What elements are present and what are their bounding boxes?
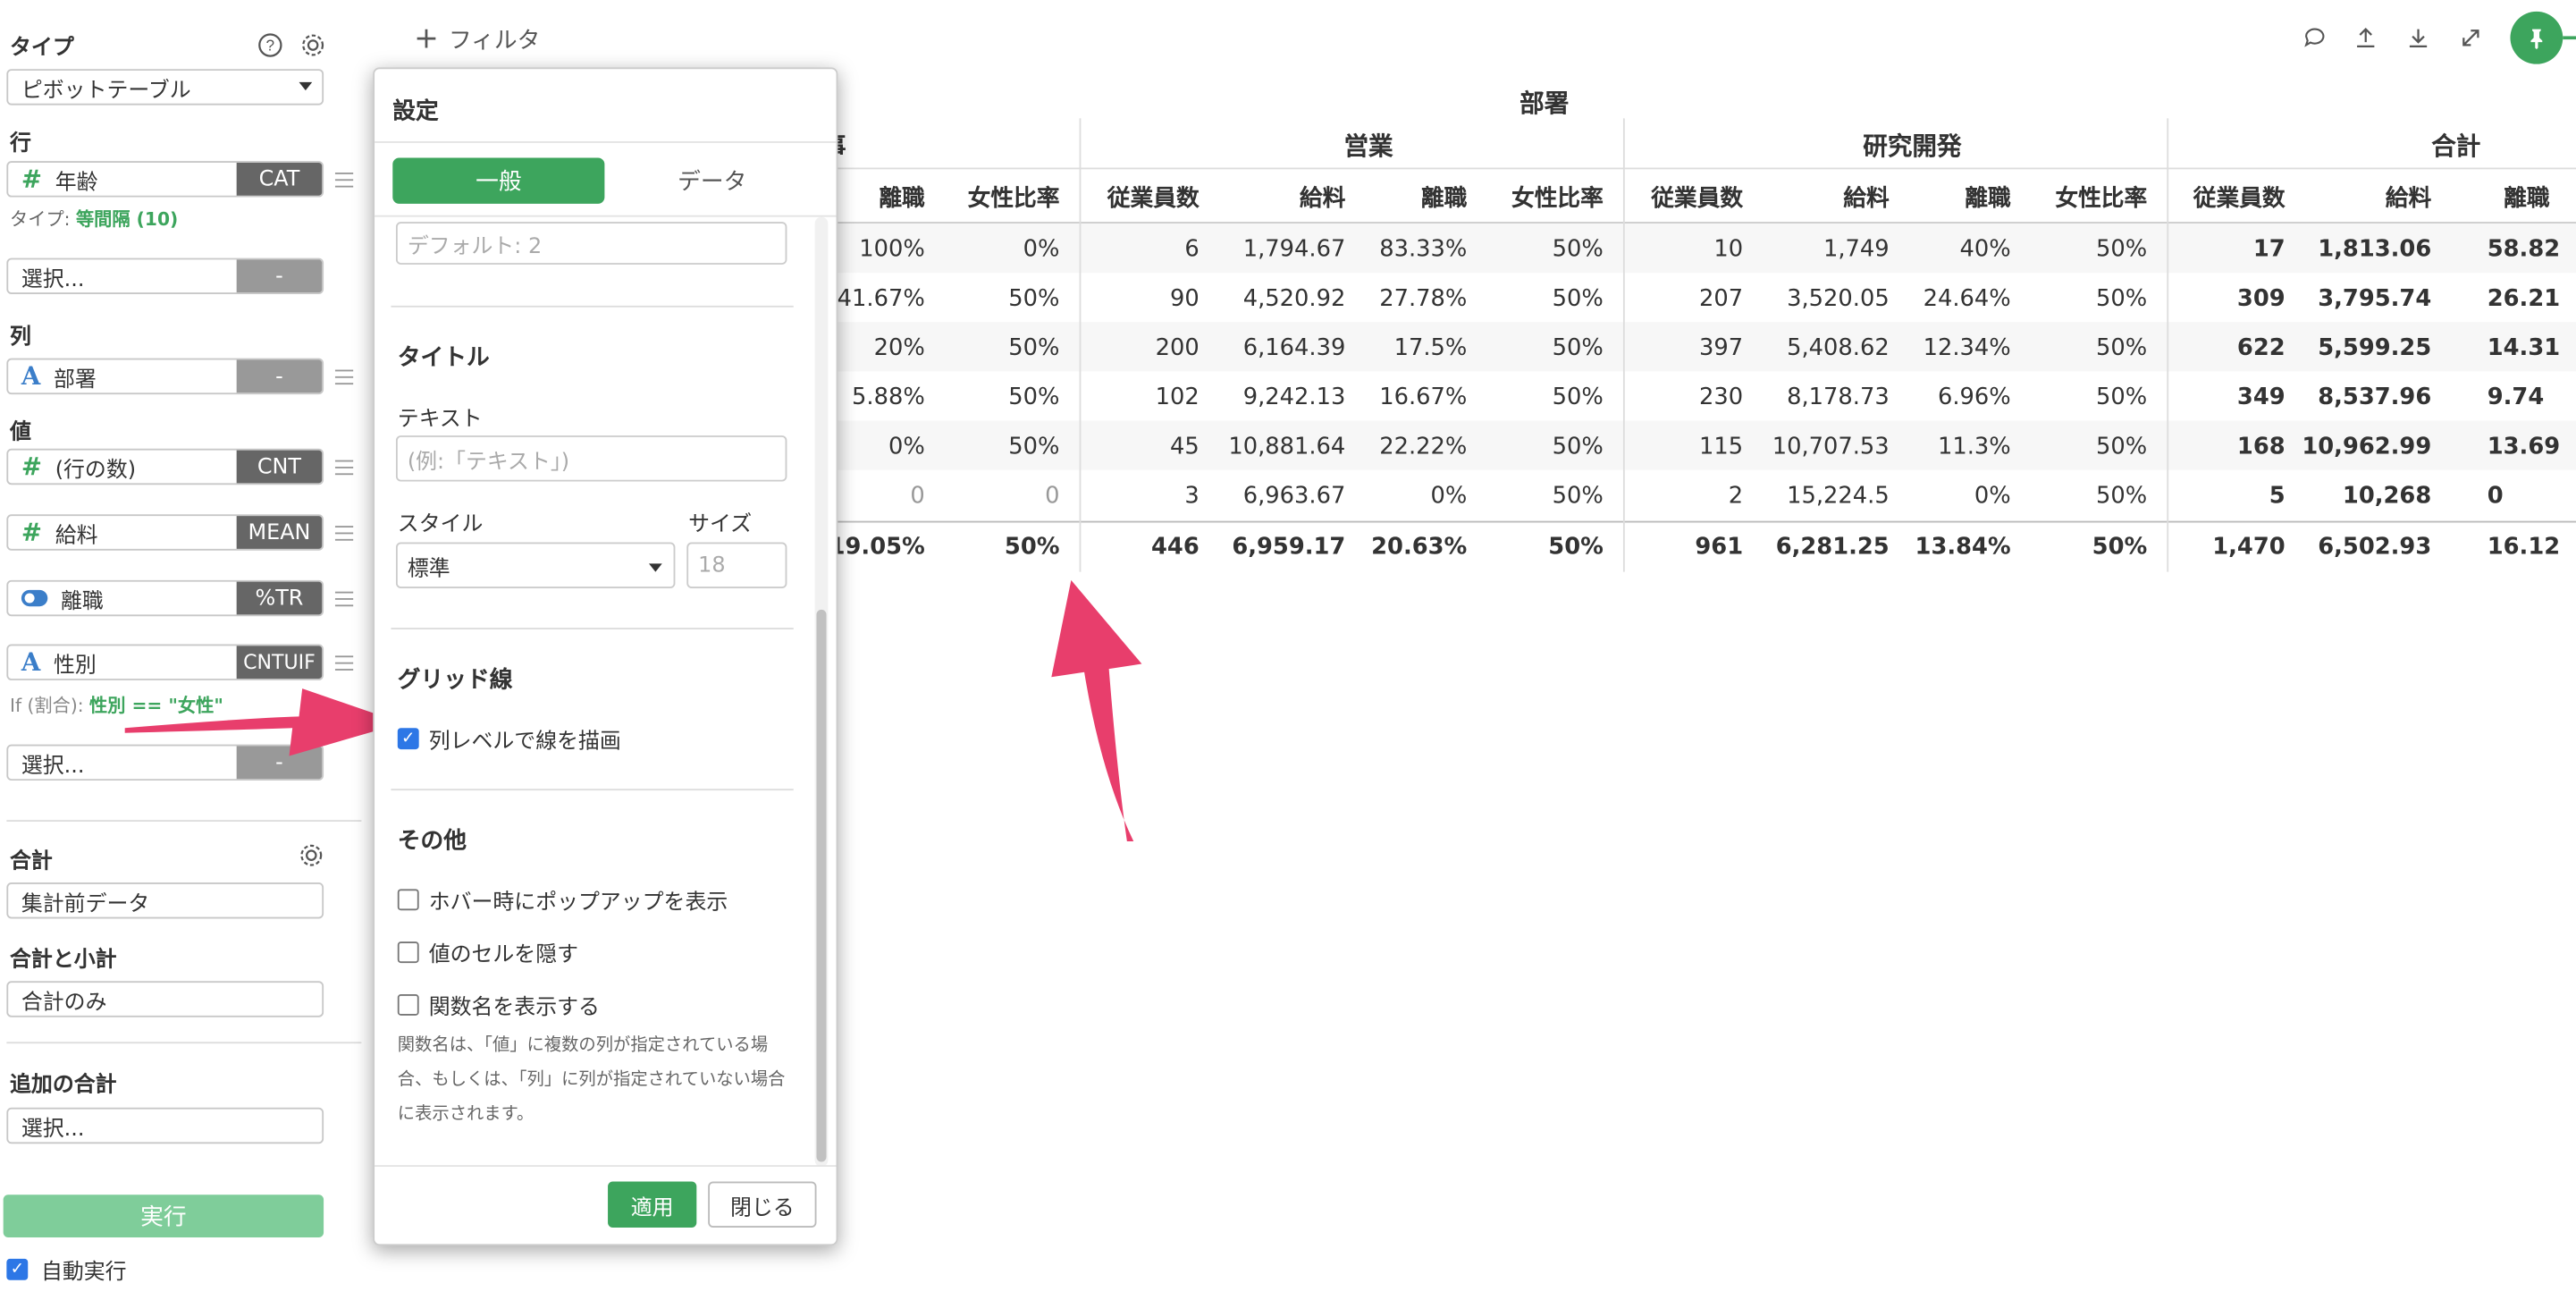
grid-section-heading: グリッド線 [397,667,513,694]
checkbox-checked-icon[interactable]: ✓ [397,728,419,750]
close-button[interactable]: 閉じる [708,1181,817,1228]
grid-lines-checkbox-row[interactable]: ✓ 列レベルで線を描画 [397,723,621,755]
pink-arrow-up [1051,579,1142,842]
chevron-down-icon [649,563,662,572]
size-input[interactable]: 18 [686,542,787,589]
other-section-heading: その他 [397,828,467,855]
show-function-name-label: 関数名を表示する [428,995,600,1021]
section-divider [391,305,794,308]
size-label: サイズ [688,512,753,538]
function-name-note: 関数名は、「値」に複数の列が指定されている場合、もしくは、「列」に列が指定されて… [397,1034,786,1125]
dialog-footer-divider [375,1165,837,1167]
text-label: テキスト [397,407,483,433]
tabs-divider [375,215,837,217]
title-text-input[interactable]: (例:「テキスト」) [395,435,787,482]
settings-dialog: 設定 一般 データ デフォルト: 2 タイトル テキスト (例:「テキスト」) … [373,67,838,1246]
grid-lines-label: 列レベルで線を描画 [428,730,621,755]
checkbox-icon[interactable] [397,993,419,1016]
app-window: タイプ ? ピボットテーブル 行 # 年齢 CAT タイプ: 等間隔 (10) 選… [0,0,2576,1290]
hide-value-cells-label: 値のセルを隠す [428,943,579,968]
show-function-name-checkbox-row[interactable]: 関数名を表示する [397,989,600,1021]
size-placeholder: 18 [698,553,726,578]
dialog-title: 設定 [392,98,439,125]
default-input[interactable]: デフォルト: 2 [395,222,787,265]
hide-value-cells-checkbox-row[interactable]: 値のセルを隠す [397,937,579,968]
section-divider [391,789,794,791]
style-select[interactable]: 標準 [395,542,676,589]
section-divider [391,628,794,629]
pink-arrow-left [124,688,403,756]
checkbox-icon[interactable] [397,889,419,911]
checkbox-icon[interactable] [397,941,419,964]
tab-general[interactable]: 一般 [392,157,605,204]
style-select-value: 標準 [407,556,450,581]
title-text-placeholder: (例:「テキスト」) [407,449,570,475]
dialog-scrollbar-thumb[interactable] [816,609,827,1162]
tab-data[interactable]: データ [606,157,818,203]
hover-popup-checkbox-row[interactable]: ホバー時にポップアップを表示 [397,884,728,916]
dialog-header-divider [375,141,837,143]
apply-button[interactable]: 適用 [608,1181,697,1228]
title-section-heading: タイトル [397,344,490,372]
hover-popup-label: ホバー時にポップアップを表示 [428,891,728,916]
style-label: スタイル [397,512,484,538]
default-placeholder: デフォルト: 2 [407,233,543,259]
